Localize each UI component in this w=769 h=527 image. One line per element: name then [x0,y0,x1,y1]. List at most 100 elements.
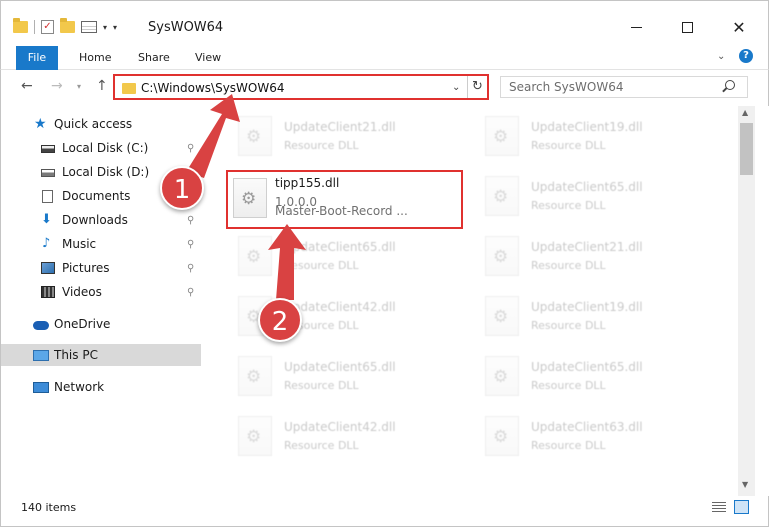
tab-file[interactable]: File [16,46,58,70]
navigation-bar: ← → ▾ ↑ C:\Windows\SysWOW64 ⌄ ↻ [0,70,769,106]
highlighted-file-item[interactable]: tipp155.dll 1.0.0.0 Master-Boot-Record .… [226,170,463,229]
title-bar: ✓ ▾ ▾ SysWOW64 ✕ [0,0,769,42]
pin-icon[interactable]: ⚲ [187,263,194,274]
search-input[interactable] [509,79,719,95]
address-bar[interactable]: C:\Windows\SysWOW64 ⌄ ↻ [113,74,489,100]
file-description: Resource DLL [531,379,606,392]
properties-icon[interactable] [81,21,97,33]
scroll-down-icon[interactable]: ▼ [742,480,748,489]
step-1-badge: 1 [160,166,204,210]
sidebar-item-local-disk-c[interactable]: Local Disk (C:) ⚲ [1,137,201,159]
documents-icon [42,189,53,203]
file-name: UpdateClient19.dll [531,120,643,134]
sidebar-item-pictures[interactable]: Pictures ⚲ [1,257,201,279]
details-view-icon[interactable] [712,502,726,513]
sidebar-item-label: Documents [62,189,131,203]
dll-file-icon [238,356,272,396]
file-description: Resource DLL [284,139,359,152]
tab-share[interactable]: Share [138,47,170,69]
maximize-button[interactable] [672,15,702,39]
network-icon [33,381,49,393]
search-box[interactable] [500,76,748,98]
file-description: Resource DLL [531,439,606,452]
quick-access-toolbar: ✓ ▾ ▾ [13,18,117,34]
drive-icon [41,169,55,177]
file-description: Master-Boot-Record ... [275,204,408,218]
recent-locations-icon[interactable]: ▾ [77,82,81,91]
file-description: Resource DLL [531,199,606,212]
large-icons-view-icon[interactable] [734,500,749,514]
file-description: Resource DLL [284,439,359,452]
pin-icon[interactable]: ⚲ [187,143,194,154]
file-name: UpdateClient21.dll [284,120,396,134]
address-path[interactable]: C:\Windows\SysWOW64 [141,81,285,95]
music-icon: ♪ [42,236,51,251]
forward-arrow-icon[interactable]: → [51,78,63,94]
pin-icon[interactable]: ⚲ [187,239,194,250]
file-name: UpdateClient19.dll [531,300,643,314]
minimize-button[interactable] [621,15,651,39]
file-name: UpdateClient63.dll [531,420,643,434]
sidebar-item-network[interactable]: Network [1,376,201,398]
file-name: UpdateClient21.dll [531,240,643,254]
file-name: UpdateClient42.dll [284,420,396,434]
checkmark-icon[interactable]: ✓ [41,20,54,34]
new-folder-icon[interactable] [60,18,75,33]
sidebar-item-label: Network [54,380,105,394]
expand-ribbon-icon[interactable]: ⌄ [717,51,725,62]
customize-toolbar-icon[interactable]: ▾ [113,23,117,32]
sidebar-item-downloads[interactable]: ⬇ Downloads ⚲ [1,209,201,231]
pin-icon[interactable]: ⚲ [187,287,194,298]
list-item[interactable]: UpdateClient65.dll Resource DLL [475,172,715,224]
folder-icon[interactable] [13,18,28,33]
scroll-up-icon[interactable]: ▲ [742,108,748,117]
list-item[interactable]: UpdateClient21.dll Resource DLL [475,232,715,284]
list-item[interactable]: UpdateClient19.dll Resource DLL [475,112,715,164]
sidebar-item-music[interactable]: ♪ Music ⚲ [1,233,201,255]
sidebar-item-label: Downloads [62,213,128,227]
tab-home[interactable]: Home [79,47,111,69]
file-name: UpdateClient65.dll [284,240,396,254]
address-divider [467,76,468,98]
close-button[interactable]: ✕ [724,15,754,39]
refresh-icon[interactable]: ↻ [472,79,483,94]
pin-icon[interactable]: ⚲ [187,215,194,226]
list-item[interactable]: UpdateClient21.dll Resource DLL [228,112,468,164]
back-arrow-icon[interactable]: ← [21,78,33,94]
list-item[interactable]: UpdateClient42.dll Resource DLL [228,412,468,464]
dll-file-icon [233,178,267,218]
chevron-down-icon[interactable]: ⌄ [452,82,460,93]
scroll-thumb[interactable] [740,123,753,175]
selected-file[interactable]: tipp155.dll 1.0.0.0 Master-Boot-Record .… [228,172,468,224]
sidebar-item-videos[interactable]: Videos ⚲ [1,281,201,303]
dll-file-icon [238,116,272,156]
list-item[interactable]: UpdateClient19.dll Resource DLL [475,292,715,344]
sidebar-item-this-pc[interactable]: This PC [1,344,201,366]
dll-file-icon [485,176,519,216]
file-name: UpdateClient65.dll [531,360,643,374]
pictures-icon [41,262,55,274]
list-item[interactable]: UpdateClient65.dll Resource DLL [475,352,715,404]
status-bar: 140 items [0,496,769,527]
help-icon[interactable]: ? [739,49,753,63]
sidebar-item-label: Music [62,237,97,251]
minimize-icon [630,26,642,28]
list-item[interactable]: UpdateClient65.dll Resource DLL [228,352,468,404]
step-2-badge: 2 [258,298,302,342]
list-item[interactable]: UpdateClient65.dll Resource DLL [228,232,468,284]
onedrive-icon [33,321,49,330]
star-icon: ★ [34,116,47,132]
item-count: 140 items [21,501,77,514]
vertical-scrollbar[interactable]: ▲ ▼ [738,106,755,496]
chevron-down-icon[interactable]: ▾ [103,23,107,32]
downloads-icon: ⬇ [41,212,52,227]
search-icon[interactable] [725,80,735,90]
sidebar-item-onedrive[interactable]: OneDrive [1,313,201,335]
list-item[interactable]: UpdateClient63.dll Resource DLL [475,412,715,464]
up-arrow-icon[interactable]: ↑ [96,78,108,94]
sidebar-item-quick-access[interactable]: ★ Quick access [1,113,201,135]
sidebar-item-label: Videos [62,285,102,299]
sidebar-item-label: OneDrive [54,317,111,331]
tab-view[interactable]: View [195,47,221,69]
sidebar-item-label: This PC [54,348,98,362]
